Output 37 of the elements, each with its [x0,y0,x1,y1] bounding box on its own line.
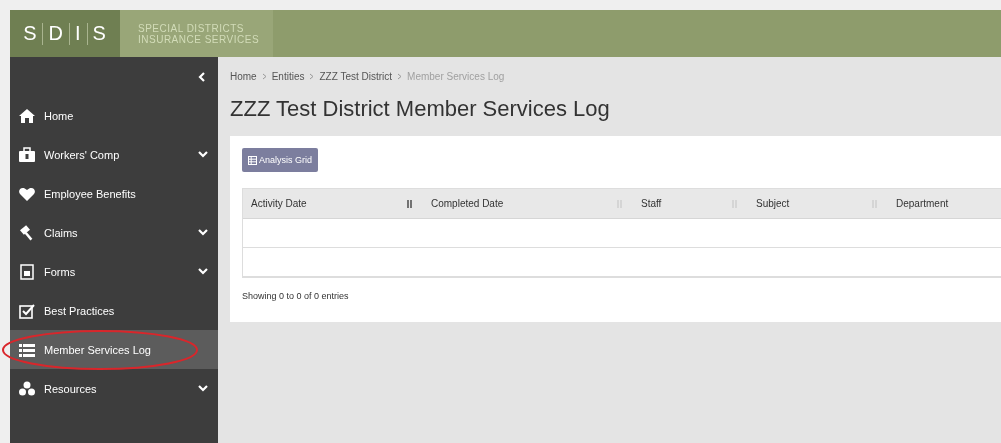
logo-letter: S [92,22,107,45]
list-icon [18,341,36,358]
organization-name: SPECIAL DISTRICTS [138,22,245,34]
heart-icon [18,185,36,202]
breadcrumb-link[interactable]: Home [230,71,257,82]
logo-letter: S [23,22,38,45]
checkbox-icon [18,302,36,319]
logo-letter: I [74,22,82,45]
sidebar-item[interactable]: Employee Benefits [10,174,218,213]
home-icon [18,107,36,124]
analysis-grid-button[interactable]: Analysis Grid [242,148,318,172]
sidebar-item[interactable]: Workers' Comp [10,135,218,174]
column-header[interactable]: Completed Date [423,189,633,219]
grid-icon [248,155,257,165]
chevron-right-icon [309,73,315,80]
sidebar-item[interactable]: Resources [10,369,218,408]
breadcrumb-current: Member Services Log [407,71,505,82]
cubes-icon [18,380,36,397]
page-title: ZZZ Test District Member Services Log [230,96,611,122]
sidebar-item[interactable]: Forms [10,252,218,291]
column-header[interactable]: Subject [748,189,888,219]
collapse-icon[interactable] [198,71,205,82]
table-info: Showing 0 to 0 of 0 entries [242,291,350,301]
chevron-right-icon [397,73,403,80]
sidebar-item[interactable]: Claims [10,213,218,252]
sidebar-item[interactable]: Home [10,96,218,135]
document-icon [18,263,36,280]
briefcase-icon [18,146,36,163]
column-header[interactable]: Activity Date [243,189,423,219]
column-header[interactable]: Department [888,189,1001,219]
logo-letter: D [48,22,64,45]
breadcrumb-link[interactable]: Entities [271,71,305,82]
breadcrumb-link[interactable]: ZZZ Test District [319,71,393,82]
sidebar-item[interactable]: Best Practices [10,291,218,330]
chevron-right-icon [261,73,267,80]
organization-name: INSURANCE SERVICES [138,33,260,45]
column-header[interactable]: Staff [633,189,748,219]
